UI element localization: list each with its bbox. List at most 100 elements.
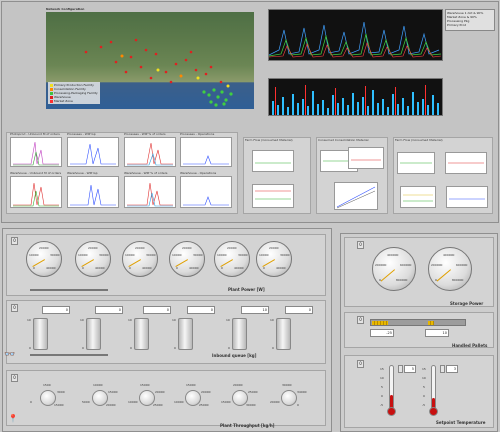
setpoint-value[interactable]: 3 bbox=[446, 365, 458, 373]
pallets-value-1[interactable]: -25 bbox=[370, 329, 394, 337]
knob-tick: 15000 bbox=[108, 390, 118, 394]
mini-chart[interactable] bbox=[10, 137, 62, 167]
plant-power-control[interactable]: 0 bbox=[11, 237, 18, 245]
mini-chart[interactable] bbox=[124, 137, 176, 167]
pallet-bar-fill bbox=[372, 321, 388, 325]
gauge-tick: 20000 bbox=[39, 246, 49, 250]
chart-group-title: Farm Flow (Consumed Material) bbox=[245, 138, 293, 142]
plant-throughput-control[interactable]: 0 bbox=[11, 374, 18, 382]
mini-chart[interactable] bbox=[397, 152, 435, 174]
pallet-bar[interactable] bbox=[370, 319, 466, 326]
gauge-tick: 20000 bbox=[135, 246, 145, 250]
knob-tick: 25000 bbox=[248, 390, 258, 394]
throughput-knob[interactable] bbox=[281, 390, 297, 406]
setpoint-spinner[interactable] bbox=[440, 365, 445, 373]
mini-chart-plot bbox=[70, 184, 116, 206]
queue-value[interactable]: 10 bbox=[241, 306, 269, 314]
knob-tick: 10000 bbox=[174, 400, 184, 404]
mini-chart[interactable] bbox=[10, 176, 62, 208]
mini-chart[interactable] bbox=[67, 137, 119, 167]
plant-power-slider[interactable] bbox=[30, 289, 108, 291]
mini-chart-plot bbox=[255, 162, 291, 164]
tank-scale-top: 10 bbox=[172, 318, 176, 322]
chart-title: Warehouse - WIP % of orders bbox=[124, 171, 168, 175]
mini-chart[interactable] bbox=[252, 184, 294, 208]
knob-tick: 15000 bbox=[54, 403, 64, 407]
tank-scale-bottom: 0 bbox=[82, 346, 84, 350]
thermo-tick: 10 bbox=[422, 376, 426, 380]
gauge-needle bbox=[380, 269, 395, 282]
setpoint-value[interactable]: 5 bbox=[404, 365, 416, 373]
knob-tick: 0 bbox=[297, 403, 299, 407]
mini-chart[interactable] bbox=[445, 152, 487, 174]
thermo-tick: 0 bbox=[381, 394, 383, 398]
mini-chart[interactable] bbox=[180, 137, 232, 167]
knob-tick: 10000 bbox=[93, 383, 103, 387]
gauge-tick: 10000 bbox=[259, 253, 269, 257]
gauge-tick: 30000 bbox=[280, 253, 290, 257]
mini-chart-plot bbox=[70, 143, 116, 165]
knob-tick: 0 bbox=[30, 400, 32, 404]
mini-chart-plot bbox=[336, 186, 376, 209]
legend-swatch bbox=[50, 87, 53, 91]
time-series-chart-top[interactable] bbox=[268, 9, 443, 61]
gauge-tick: 10000 bbox=[172, 253, 182, 257]
gauge-tick: 0 bbox=[82, 266, 84, 270]
mini-chart[interactable] bbox=[124, 176, 176, 208]
mini-chart[interactable] bbox=[252, 150, 294, 172]
gauge-tick: 30000 bbox=[99, 253, 109, 257]
inbound-queue-control[interactable]: 0 bbox=[11, 304, 18, 312]
handled-pallets-control[interactable]: 0 bbox=[357, 316, 364, 324]
tank-scale-bottom: 0 bbox=[272, 346, 274, 350]
legend-item: Market Zone bbox=[50, 99, 98, 103]
mini-chart-plot bbox=[400, 162, 432, 164]
gauge-tick: 40000 bbox=[142, 266, 152, 270]
inbound-queue-label: Inbound queue [kg] bbox=[212, 353, 257, 358]
handled-pallets-label: Handled Pallets bbox=[452, 343, 488, 348]
gauge-tick: 40000 bbox=[276, 266, 286, 270]
knob-tick: 15000 bbox=[221, 400, 231, 404]
bar-chart-dark[interactable] bbox=[268, 78, 443, 116]
gauge-tick: 200000 bbox=[375, 263, 387, 267]
gauge-tick: 200000 bbox=[431, 263, 443, 267]
mini-chart-plot bbox=[183, 196, 229, 206]
queue-value[interactable]: 0 bbox=[42, 306, 70, 314]
gauge-tick: 30000 bbox=[146, 253, 156, 257]
inbound-queue-slider[interactable] bbox=[30, 354, 108, 356]
queue-value[interactable]: 0 bbox=[285, 306, 313, 314]
setpoint-spinner[interactable] bbox=[398, 365, 403, 373]
setpoint-control[interactable]: 0 bbox=[357, 360, 364, 368]
chart-title: Warehouse - WIP Gp bbox=[67, 171, 98, 175]
network-map[interactable]: Primary Production Facility Consolidatio… bbox=[46, 12, 254, 109]
thermometer-bulb bbox=[429, 407, 438, 416]
mini-chart[interactable] bbox=[67, 176, 119, 208]
mini-chart-plot bbox=[403, 194, 433, 202]
gauge-tick: 800000 bbox=[452, 278, 464, 282]
pallets-value-2[interactable]: 10 bbox=[425, 329, 449, 337]
mini-chart[interactable] bbox=[400, 186, 436, 208]
legend-label: Market Zone bbox=[54, 99, 73, 103]
gauge-tick: 30000 bbox=[193, 253, 203, 257]
power-gauge: 20000 10000 30000 0 40000 bbox=[256, 241, 292, 277]
knob-tick: 30000 bbox=[246, 403, 256, 407]
queue-value[interactable]: 0 bbox=[143, 306, 171, 314]
mini-chart[interactable] bbox=[348, 147, 384, 169]
setpoint-label: Setpoint Temperature bbox=[436, 420, 486, 425]
chart-title: Processes - Operations bbox=[180, 132, 215, 136]
tank-scale-bottom: 0 bbox=[130, 346, 132, 350]
setpoint-group bbox=[344, 355, 494, 428]
mini-chart[interactable] bbox=[334, 182, 378, 210]
chart-legend-box: Warehouse 1 dot & 90% Market Zone & 90% … bbox=[445, 9, 495, 31]
gauge-tick: 0 bbox=[129, 266, 131, 270]
gauge-tick: 10000 bbox=[217, 253, 227, 257]
queue-value[interactable]: 0 bbox=[95, 306, 123, 314]
storage-power-control[interactable]: 0 bbox=[357, 241, 364, 249]
gauge-tick: 10000 bbox=[78, 253, 88, 257]
knob-tick: 20000 bbox=[233, 383, 243, 387]
mini-chart[interactable] bbox=[180, 176, 232, 208]
knob-tick: 25000 bbox=[199, 403, 209, 407]
gauge-tick: 0 bbox=[435, 278, 437, 282]
mini-chart[interactable] bbox=[446, 186, 488, 208]
queue-value[interactable]: 0 bbox=[187, 306, 215, 314]
tank-scale-bottom: 0 bbox=[228, 346, 230, 350]
